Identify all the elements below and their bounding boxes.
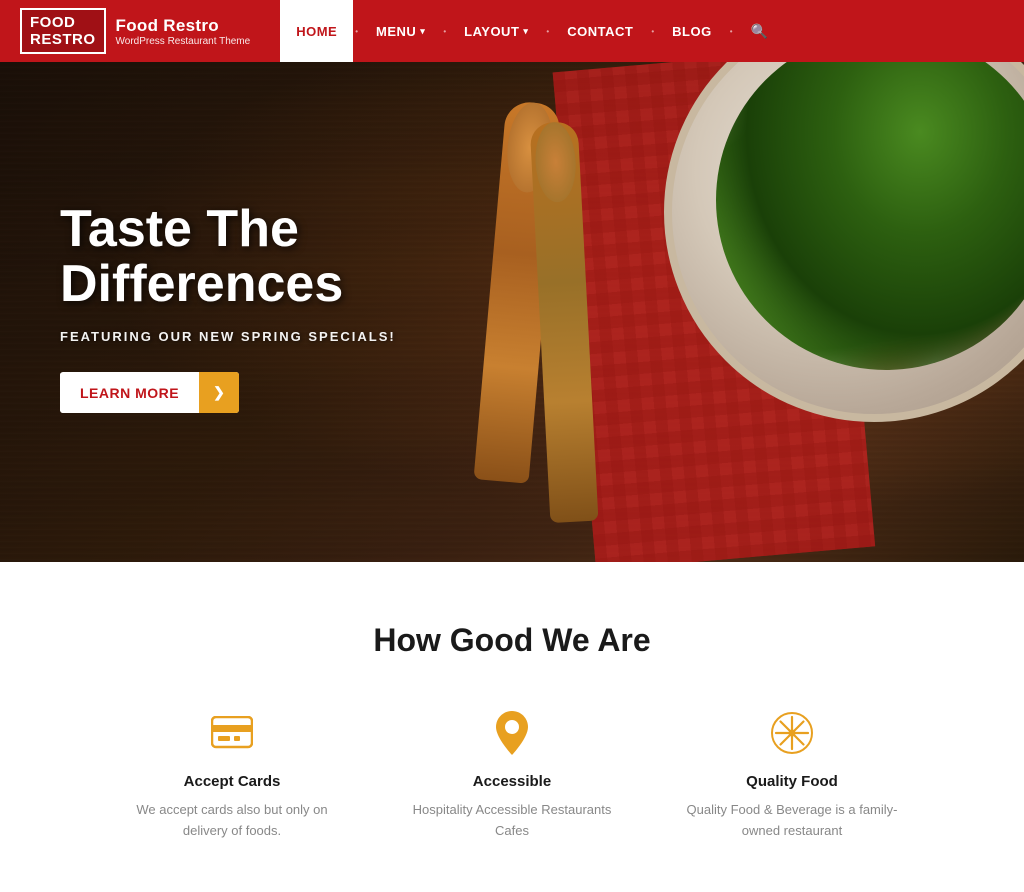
nav-sep-3: • bbox=[544, 27, 551, 36]
hero-salad bbox=[716, 62, 1024, 370]
logo-text: Food Restro WordPress Restaurant Theme bbox=[116, 16, 251, 47]
learn-more-label: Learn More bbox=[60, 373, 199, 413]
features-title: How Good We Are bbox=[40, 622, 984, 659]
accessible-label: Accessible bbox=[402, 773, 622, 790]
feature-accept-cards: Accept Cards We accept cards also but on… bbox=[122, 709, 342, 842]
hero-title: Taste The Differences bbox=[60, 202, 396, 311]
layout-arrow: ▾ bbox=[523, 26, 528, 37]
quality-food-label: Quality Food bbox=[682, 773, 902, 790]
logo-box: Food Restro bbox=[20, 8, 106, 55]
card-icon bbox=[122, 709, 342, 757]
nav-item-contact[interactable]: CONTACT bbox=[551, 0, 649, 62]
hero-content: Taste The Differences FEATURING OUR NEW … bbox=[60, 202, 396, 413]
nav-sep-2: • bbox=[441, 27, 448, 36]
hero-subtitle: FEATURING OUR NEW SPRING SPECIALS! bbox=[60, 329, 396, 344]
logo-line1: Food bbox=[30, 14, 75, 31]
nav-item-layout[interactable]: LAYOUT ▾ bbox=[448, 0, 544, 62]
site-name: Food Restro bbox=[116, 16, 251, 36]
search-button[interactable]: 🔍 bbox=[735, 0, 781, 62]
site-tagline: WordPress Restaurant Theme bbox=[116, 36, 251, 47]
features-grid: Accept Cards We accept cards also but on… bbox=[40, 709, 984, 842]
main-nav: HOME • MENU ▾ • LAYOUT ▾ • CONTACT • BLO… bbox=[280, 0, 1004, 62]
nav-item-blog[interactable]: BLOG bbox=[656, 0, 728, 62]
hero-section: Taste The Differences FEATURING OUR NEW … bbox=[0, 62, 1024, 562]
feature-quality-food: Quality Food Quality Food & Beverage is … bbox=[682, 709, 902, 842]
learn-more-arrow-icon: ❯ bbox=[199, 372, 239, 413]
feature-accessible: Accessible Hospitality Accessible Restau… bbox=[402, 709, 622, 842]
nav-item-home[interactable]: HOME bbox=[280, 0, 353, 62]
pin-icon bbox=[402, 709, 622, 757]
header: Food Restro Food Restro WordPress Restau… bbox=[0, 0, 1024, 62]
nav-sep-4: • bbox=[649, 27, 656, 36]
nav-item-menu[interactable]: MENU ▾ bbox=[360, 0, 441, 62]
nav-sep-5: • bbox=[728, 27, 735, 36]
search-icon: 🔍 bbox=[751, 23, 769, 40]
accept-cards-label: Accept Cards bbox=[122, 773, 342, 790]
accessible-desc: Hospitality Accessible Restaurants Cafes bbox=[402, 800, 622, 842]
snowflake-icon bbox=[682, 709, 902, 757]
menu-arrow: ▾ bbox=[420, 26, 425, 37]
logo[interactable]: Food Restro Food Restro WordPress Restau… bbox=[20, 8, 250, 55]
accept-cards-desc: We accept cards also but only on deliver… bbox=[122, 800, 342, 842]
logo-line2: Restro bbox=[30, 31, 96, 48]
features-section: How Good We Are Accept Cards We accept c… bbox=[0, 562, 1024, 892]
quality-food-desc: Quality Food & Beverage is a family-owne… bbox=[682, 800, 902, 842]
learn-more-button[interactable]: Learn More ❯ bbox=[60, 372, 239, 413]
nav-sep-1: • bbox=[353, 27, 360, 36]
